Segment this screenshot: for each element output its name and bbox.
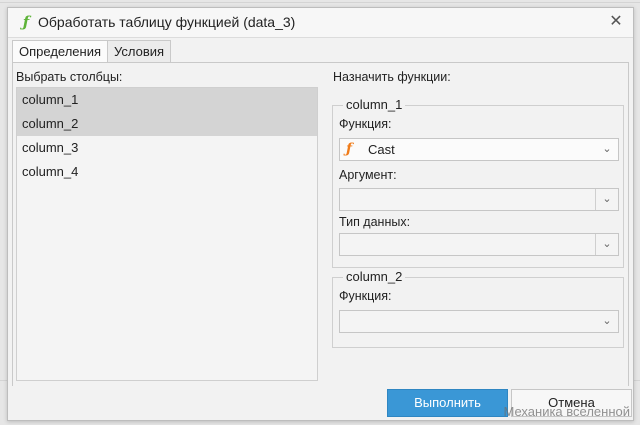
tab-definitions[interactable]: Определения	[12, 40, 109, 63]
run-button[interactable]: Выполнить	[387, 389, 508, 417]
function-value: Cast	[368, 142, 395, 157]
function-label: Функция:	[339, 289, 392, 303]
tab-content: Выбрать столбцы: column_1 column_2 colum…	[12, 62, 629, 387]
group-column-1: column_1 Функция: ƒ Cast ⌄ Аргумент: ⌄ Т…	[332, 97, 624, 268]
tab-bar: Определения Условия	[12, 40, 172, 63]
function-icon: ƒ	[346, 141, 353, 157]
dialog-titlebar: ƒ Обработать таблицу функцией (data_3) ✕	[8, 8, 633, 38]
chevron-down-icon: ⌄	[595, 234, 618, 255]
group-title: column_1	[343, 97, 406, 112]
group-title: column_2	[343, 269, 406, 284]
chevron-down-icon: ⌄	[602, 315, 612, 327]
column-list: column_1 column_2 column_3 column_4	[16, 87, 318, 381]
list-item-column-1[interactable]: column_1	[17, 88, 317, 112]
select-columns-label: Выбрать столбцы:	[16, 70, 123, 84]
dialog-footer: Выполнить Отмена	[8, 386, 633, 420]
list-item-column-2[interactable]: column_2	[17, 112, 317, 136]
close-button[interactable]: ✕	[607, 13, 625, 31]
function-select[interactable]: ƒ Cast ⌄	[339, 138, 619, 161]
function-label: Функция:	[339, 117, 392, 131]
tab-conditions[interactable]: Условия	[107, 40, 172, 62]
chevron-down-icon: ⌄	[595, 189, 618, 210]
chevron-down-icon: ⌄	[602, 143, 612, 155]
argument-label: Аргумент:	[339, 168, 397, 182]
datatype-select[interactable]: ⌄	[339, 233, 619, 256]
assign-functions-label: Назначить функции:	[333, 70, 451, 84]
cancel-button[interactable]: Отмена	[511, 389, 632, 417]
function-icon: ƒ	[22, 13, 30, 31]
list-item-column-4[interactable]: column_4	[17, 160, 317, 184]
argument-select[interactable]: ⌄	[339, 188, 619, 211]
background-divider	[0, 2, 640, 3]
dialog-title: Обработать таблицу функцией (data_3)	[38, 14, 296, 30]
process-table-dialog: ƒ Обработать таблицу функцией (data_3) ✕…	[7, 7, 634, 421]
function-select[interactable]: ⌄	[339, 310, 619, 333]
list-item-column-3[interactable]: column_3	[17, 136, 317, 160]
datatype-label: Тип данных:	[339, 215, 411, 229]
group-column-2: column_2 Функция: ⌄	[332, 269, 624, 348]
